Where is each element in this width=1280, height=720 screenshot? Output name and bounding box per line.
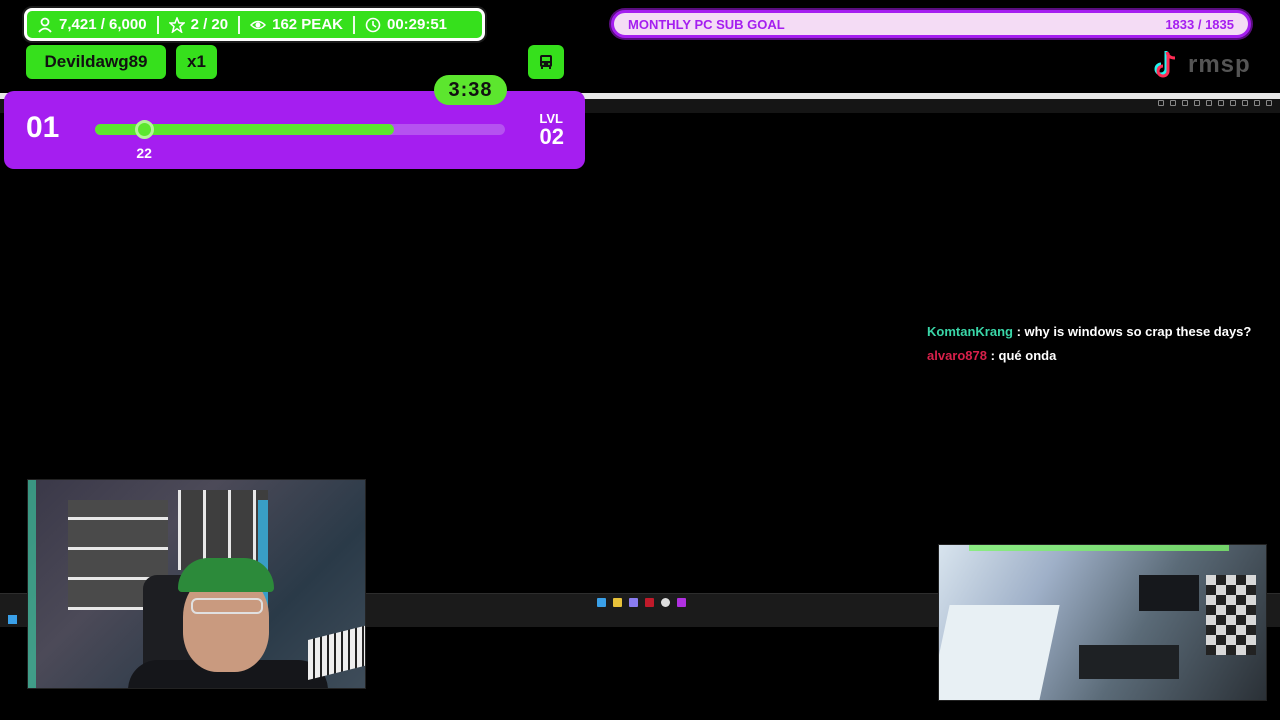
chat-message: KomtanKrang : why is windows so crap the… bbox=[927, 324, 1251, 348]
settings-icon[interactable] bbox=[661, 598, 670, 607]
chat-username: alvaro878 bbox=[927, 348, 987, 363]
sub-goal-bar: MONTHLY PC SUB GOAL 1833 / 1835 bbox=[611, 10, 1251, 38]
peak-viewers: 162 PEAK bbox=[272, 16, 343, 33]
channel-logo: rmsp bbox=[1150, 48, 1251, 82]
room-camera-feed bbox=[938, 544, 1267, 701]
divider bbox=[352, 15, 355, 34]
chat-message: alvaro878 : qué onda bbox=[927, 348, 1251, 372]
windows-icon[interactable] bbox=[8, 615, 17, 624]
toolbar-icon bbox=[1254, 100, 1260, 106]
room-table bbox=[1079, 645, 1179, 679]
sub-goal-value: 1833 / 1835 bbox=[1165, 16, 1234, 32]
led-strip bbox=[969, 545, 1229, 551]
room-tv bbox=[1139, 575, 1199, 611]
level-timer: 3:38 bbox=[434, 75, 507, 105]
toolbar-icon bbox=[1170, 100, 1176, 106]
acoustic-panels bbox=[1206, 575, 1256, 655]
next-level: 02 bbox=[539, 124, 564, 149]
current-level: 01 bbox=[26, 111, 60, 144]
username-badge: Devildawg89 bbox=[26, 45, 166, 79]
chat-text: : why is windows so crap these days? bbox=[1012, 324, 1252, 339]
toolbar-icon bbox=[1218, 100, 1224, 106]
toolbar-icon bbox=[1182, 100, 1188, 106]
record-icon[interactable] bbox=[645, 598, 654, 607]
uptime-value: 00:29:51 bbox=[386, 16, 448, 33]
progress-value: 22 bbox=[136, 145, 152, 161]
toolbar-icon bbox=[1230, 100, 1236, 106]
star-icon bbox=[168, 16, 185, 33]
toolbar-icon bbox=[1158, 100, 1164, 106]
multiplier-badge: x1 bbox=[176, 45, 217, 79]
toolbar-icon bbox=[1242, 100, 1248, 106]
eye-icon bbox=[250, 20, 267, 29]
app-icon[interactable] bbox=[629, 598, 638, 607]
bus-icon bbox=[540, 55, 552, 69]
tiktok-icon bbox=[1154, 51, 1176, 78]
toolbar-icon bbox=[1206, 100, 1212, 106]
media-icon[interactable] bbox=[677, 598, 686, 607]
sub-goal-title: MONTHLY PC SUB GOAL bbox=[628, 16, 785, 32]
user-icon bbox=[38, 17, 52, 33]
level-progress-track bbox=[95, 120, 505, 139]
followers-stat: 7,421 / 6,000 bbox=[27, 11, 157, 38]
glasses bbox=[191, 598, 263, 614]
viewers-stat: 162 PEAK bbox=[240, 11, 353, 38]
windows-icon[interactable] bbox=[597, 598, 606, 607]
toolbar-icon bbox=[1194, 100, 1200, 106]
window-controls bbox=[1158, 100, 1272, 106]
folder-icon[interactable] bbox=[613, 598, 622, 607]
led-strip bbox=[28, 480, 36, 688]
chat-text: : qué onda bbox=[987, 348, 1057, 363]
taskbar-icons bbox=[597, 598, 686, 607]
uptime-stat: 00:29:51 bbox=[355, 11, 457, 38]
level-progress-knob bbox=[135, 120, 155, 139]
chat-overlay: KomtanKrang : why is windows so crap the… bbox=[927, 324, 1251, 372]
webcam-feed bbox=[27, 479, 366, 689]
divider bbox=[156, 15, 159, 34]
stream-stats-bar: 7,421 / 6,000 2 / 20 162 PEAK 00:29:51 bbox=[24, 8, 485, 41]
stars-count: 2 / 20 bbox=[190, 16, 229, 33]
room-desk-surface bbox=[939, 605, 1060, 700]
divider bbox=[238, 15, 241, 34]
stars-stat: 2 / 20 bbox=[159, 11, 239, 38]
chat-username: KomtanKrang bbox=[927, 324, 1013, 339]
followers-count: 7,421 / 6,000 bbox=[59, 16, 147, 33]
toolbar-icon bbox=[1266, 100, 1272, 106]
person-cap bbox=[178, 558, 274, 592]
logo-text: rmsp bbox=[1188, 51, 1251, 78]
keyboard-piano bbox=[308, 620, 365, 680]
clock-icon bbox=[365, 17, 381, 32]
bus-badge bbox=[528, 45, 564, 79]
